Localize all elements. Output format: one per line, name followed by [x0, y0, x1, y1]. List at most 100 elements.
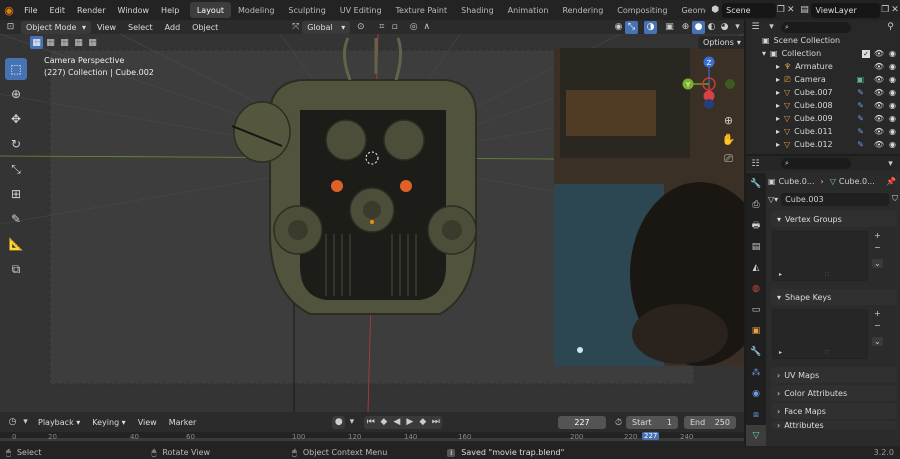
- attributes-panel-header[interactable]: › Attributes: [771, 421, 897, 429]
- render-tab-icon[interactable]: ⎙: [746, 194, 766, 215]
- shading-wireframe-icon[interactable]: ⊕: [679, 21, 692, 34]
- menu-keying[interactable]: Keying ▾: [86, 418, 131, 427]
- menu-playback[interactable]: Playback ▾: [32, 418, 86, 427]
- tab-texture-paint[interactable]: Texture Paint: [389, 2, 455, 18]
- eye-icon[interactable]: 👁: [874, 140, 884, 149]
- uv-maps-panel-header[interactable]: › UV Maps: [771, 367, 897, 383]
- list-resize-handle-icon[interactable]: ∷: [825, 349, 829, 356]
- menu-marker[interactable]: Marker: [163, 418, 203, 427]
- tab-geometry-nodes[interactable]: Geometry Noc: [674, 2, 706, 18]
- list-expand-icon[interactable]: ▸: [779, 349, 782, 356]
- copy-scene-icon[interactable]: ❐: [776, 4, 786, 17]
- outliner-row-armature[interactable]: ▸ ♆ Armature 👁 ◉: [750, 60, 900, 73]
- tab-uv-editing[interactable]: UV Editing: [333, 2, 389, 18]
- expand-icon[interactable]: ▸: [776, 114, 780, 123]
- outliner-row-scene-collection[interactable]: ▣ Scene Collection: [750, 34, 900, 47]
- jump-start-icon[interactable]: ⏮: [364, 416, 377, 429]
- viewlayer-icon[interactable]: ▤: [800, 4, 810, 17]
- eye-icon[interactable]: 👁: [874, 88, 884, 97]
- editor-type-icon[interactable]: ⊡: [4, 21, 17, 34]
- camera-icon[interactable]: ◉: [889, 140, 896, 149]
- camera-icon[interactable]: ◉: [889, 101, 896, 110]
- camera-icon[interactable]: ◉: [889, 75, 896, 84]
- copy-viewlayer-icon[interactable]: ❐: [880, 4, 890, 17]
- tool-tab-icon[interactable]: 🔧: [746, 173, 766, 194]
- constraints-tab-icon[interactable]: ⧈: [746, 404, 766, 425]
- 3d-viewport[interactable]: Camera Perspective (227) Collection | Cu…: [0, 34, 744, 412]
- filter-icon[interactable]: ⚲: [884, 21, 897, 34]
- menu-edit[interactable]: Edit: [44, 6, 72, 15]
- scene-icon[interactable]: ⬢: [710, 4, 720, 17]
- collection-tab-icon[interactable]: ▭: [746, 299, 766, 320]
- expand-icon[interactable]: ▸: [776, 127, 780, 136]
- mode-dropdown[interactable]: Object Mode ▾: [21, 20, 91, 34]
- play-reverse-icon[interactable]: ◀: [390, 416, 403, 429]
- shading-rendered-icon[interactable]: ◕: [718, 21, 731, 34]
- eye-icon[interactable]: 👁: [874, 49, 884, 58]
- add-shape-key-button[interactable]: +: [874, 309, 881, 318]
- prev-keyframe-icon[interactable]: ◆: [377, 416, 390, 429]
- checkbox-icon[interactable]: ✓: [862, 49, 870, 58]
- play-icon[interactable]: ▶: [403, 416, 416, 429]
- expand-icon[interactable]: ▸: [776, 62, 780, 71]
- expand-icon[interactable]: ▸: [776, 101, 780, 110]
- scene-field[interactable]: Scene: [722, 2, 776, 18]
- outliner-row-cube-012[interactable]: ▸ ▽ Cube.012 ✎ 👁 ◉: [750, 138, 900, 151]
- outliner-row-cube-011[interactable]: ▸ ▽ Cube.011 ✎ 👁 ◉: [750, 125, 900, 138]
- close-viewlayer-icon[interactable]: ✕: [890, 4, 900, 17]
- end-frame-field[interactable]: End 250: [684, 416, 736, 429]
- select-invert-icon[interactable]: ▦: [72, 36, 85, 49]
- camera-view-icon[interactable]: ⎚: [722, 152, 735, 165]
- camera-icon[interactable]: ◉: [889, 88, 896, 97]
- select-subtract-icon[interactable]: ▦: [58, 36, 71, 49]
- menu-render[interactable]: Render: [71, 6, 111, 15]
- display-mode-icon[interactable]: ▾: [765, 21, 778, 34]
- view-layer-tab-icon[interactable]: ▤: [746, 236, 766, 257]
- timeline-ruler[interactable]: 0 20 40 60 100 120 140 160 200 220 227 2…: [0, 432, 744, 446]
- shape-keys-panel-header[interactable]: ▾ Shape Keys: [771, 289, 897, 305]
- outliner-search-input[interactable]: ⌕: [781, 21, 851, 33]
- eye-icon[interactable]: 👁: [874, 75, 884, 84]
- falloff-icon[interactable]: ∧: [420, 21, 433, 34]
- tab-modeling[interactable]: Modeling: [231, 2, 281, 18]
- visibility-icon[interactable]: ◉: [612, 21, 625, 34]
- viewlayer-field[interactable]: ViewLayer: [811, 2, 881, 18]
- expand-icon[interactable]: ▾: [762, 49, 766, 58]
- start-frame-field[interactable]: Start 1: [626, 416, 678, 429]
- record-icon[interactable]: ●: [332, 415, 346, 429]
- output-tab-icon[interactable]: 🖶: [746, 215, 766, 236]
- menu-object[interactable]: Object: [186, 23, 224, 32]
- editor-type-icon[interactable]: ☰: [749, 21, 762, 34]
- pin-icon[interactable]: 📌: [886, 177, 896, 186]
- properties-search-input[interactable]: ⌕: [781, 158, 851, 169]
- shape-keys-list[interactable]: ▸ ∷: [772, 309, 868, 359]
- menu-select[interactable]: Select: [122, 23, 159, 32]
- chevron-down-icon[interactable]: ▾: [19, 416, 32, 429]
- list-resize-handle-icon[interactable]: ∷: [825, 271, 829, 278]
- add-cube-tool-icon[interactable]: ⧉: [5, 258, 27, 280]
- menu-add[interactable]: Add: [159, 23, 187, 32]
- camera-icon[interactable]: ◉: [889, 49, 896, 58]
- blender-logo-icon[interactable]: ◉: [0, 0, 18, 20]
- outliner-row-camera[interactable]: ▸ ⎚ Camera ▣ 👁 ◉: [750, 73, 900, 86]
- remove-vertex-group-button[interactable]: −: [874, 243, 881, 252]
- transform-orientation-dropdown[interactable]: Global ▾: [302, 20, 351, 34]
- xray-icon[interactable]: ▣: [663, 21, 676, 34]
- editor-type-icon[interactable]: ◷: [6, 416, 19, 429]
- expand-icon[interactable]: ▸: [776, 88, 780, 97]
- snap-icon[interactable]: ⌗: [375, 21, 388, 34]
- tab-animation[interactable]: Animation: [501, 2, 556, 18]
- auto-keying-icon[interactable]: ▾: [345, 416, 358, 429]
- eye-icon[interactable]: 👁: [874, 127, 884, 136]
- vertex-group-specials-button[interactable]: ⌄: [872, 259, 883, 268]
- add-vertex-group-button[interactable]: +: [874, 231, 881, 240]
- pin-options-icon[interactable]: ▾: [884, 157, 897, 170]
- gizmo-toggle-icon[interactable]: ⤡: [625, 20, 638, 34]
- editor-type-icon[interactable]: ☷: [749, 157, 762, 170]
- menu-view[interactable]: View: [132, 418, 163, 427]
- overlay-toggle-icon[interactable]: ◑: [644, 20, 657, 34]
- tab-sculpting[interactable]: Sculpting: [281, 2, 332, 18]
- tab-rendering[interactable]: Rendering: [555, 2, 610, 18]
- outliner-row-cube-008[interactable]: ▸ ▽ Cube.008 ✎ 👁 ◉: [750, 99, 900, 112]
- tab-layout[interactable]: Layout: [189, 2, 232, 18]
